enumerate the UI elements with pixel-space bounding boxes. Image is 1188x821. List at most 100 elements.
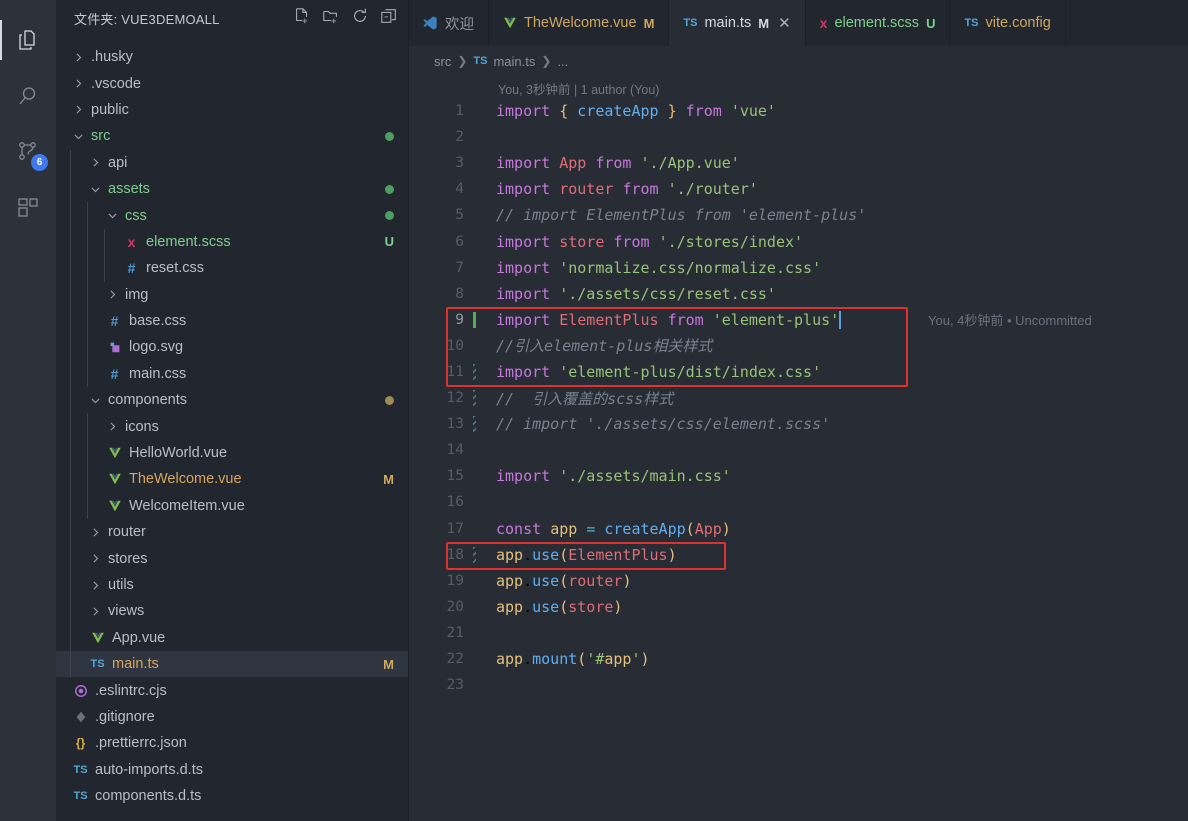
new-file-icon[interactable] [293, 7, 311, 30]
chevron-right-icon[interactable] [87, 552, 104, 565]
code-line[interactable]: 3 import App from './App.vue' [408, 150, 1188, 176]
activity-item-source-control[interactable]: 6 [0, 124, 56, 180]
editor-tab-vite-config[interactable]: TS vite.config [950, 0, 1066, 46]
activity-item-extensions[interactable] [0, 180, 56, 236]
tree-item-stores[interactable]: stores [56, 545, 408, 572]
editor-tab-label: element.scss [834, 15, 920, 31]
code-line[interactable]: 22 app.mount('#app') [408, 646, 1188, 672]
tree-item-reset-css[interactable]: # reset.css [56, 255, 408, 282]
indent-guide [70, 492, 87, 520]
code-line[interactable]: 14 [408, 437, 1188, 463]
editor-tab-bar[interactable]: 欢迎 TheWelcome.vue M TS main.ts M ✕ x element.scs… [408, 0, 1188, 46]
chevron-right-icon[interactable] [87, 579, 104, 592]
chevron-down-icon[interactable] [87, 394, 104, 407]
code-line[interactable]: 19 app.use(router) [408, 568, 1188, 594]
chevron-right-icon[interactable] [104, 288, 121, 301]
editor-tab--[interactable]: 欢迎 [408, 0, 489, 46]
tree-item-auto-imports-d-ts[interactable]: TS auto-imports.d.ts [56, 757, 408, 783]
chevron-down-icon[interactable] [87, 183, 104, 196]
code-line[interactable]: 6 import store from './stores/index' [408, 228, 1188, 254]
code-line[interactable]: 21 [408, 620, 1188, 646]
tree-item-public[interactable]: public [56, 97, 408, 123]
inline-blame: You, 4秒钟前 • Uncommitted [928, 313, 1092, 329]
tree-item-icons[interactable]: icons [56, 413, 408, 440]
code-line[interactable]: 18 app.use(ElementPlus) [408, 542, 1188, 568]
tree-item-helloworld-vue[interactable]: HelloWorld.vue [56, 439, 408, 467]
chevron-down-icon[interactable] [104, 209, 121, 222]
tree-item--eslintrc-cjs[interactable]: .eslintrc.cjs [56, 677, 408, 703]
code-text: import './assets/css/reset.css' [496, 284, 776, 303]
chevron-right-icon[interactable] [70, 103, 87, 116]
tree-item-utils[interactable]: utils [56, 571, 408, 599]
code-line[interactable]: 7 import 'normalize.css/normalize.css' [408, 255, 1188, 281]
chevron-right-icon[interactable] [70, 77, 87, 90]
file-tree[interactable]: .husky .vscode public src api assets css x eleme… [56, 36, 408, 821]
tree-item-welcomeitem-vue[interactable]: WelcomeItem.vue [56, 492, 408, 520]
code-editor[interactable]: You, 3秒钟前 | 1 author (You) 1 import { cre… [408, 76, 1188, 821]
code-line[interactable]: 17 const app = createApp(App) [408, 516, 1188, 542]
collapse-all-icon[interactable] [380, 7, 398, 30]
code-line[interactable]: 12 // 引入覆盖的scss样式 [408, 385, 1188, 411]
breadcrumb-item-file[interactable]: main.ts [493, 54, 535, 69]
chevron-right-icon[interactable] [70, 51, 87, 64]
editor-tab-thewelcome-vue[interactable]: TheWelcome.vue M [489, 0, 670, 46]
code-line[interactable]: 23 [408, 672, 1188, 698]
activity-item-search[interactable] [0, 68, 56, 124]
tree-item--husky[interactable]: .husky [56, 44, 408, 70]
tree-item-components-d-ts[interactable]: TS components.d.ts [56, 783, 408, 809]
editor-tab-element-scss[interactable]: x element.scss U [806, 0, 951, 46]
chevron-right-icon[interactable] [87, 156, 104, 169]
tree-item--vscode[interactable]: .vscode [56, 70, 408, 96]
tree-item-assets[interactable]: assets [56, 175, 408, 203]
code-line[interactable]: 5 // import ElementPlus from 'element-plu… [408, 202, 1188, 228]
activity-item-explorer[interactable] [0, 12, 56, 68]
indent-guide [70, 202, 87, 229]
tree-item-src[interactable]: src [56, 123, 408, 149]
css-icon: # [110, 365, 119, 382]
code-line[interactable]: 1 import { createApp } from 'vue' [408, 98, 1188, 124]
tree-item--gitignore[interactable]: .gitignore [56, 704, 408, 730]
tree-item-label: main.ts [112, 656, 159, 673]
tree-item-img[interactable]: img [56, 281, 408, 308]
tree-item-main-ts[interactable]: TS main.ts M [56, 650, 408, 678]
chevron-right-icon[interactable] [104, 420, 121, 433]
chevron-down-icon[interactable] [70, 130, 87, 143]
tree-item-app-vue[interactable]: App.vue [56, 624, 408, 651]
refresh-icon[interactable] [351, 7, 369, 30]
code-line[interactable]: 9 import ElementPlus from 'element-plus' Y… [408, 307, 1188, 333]
tree-item-views[interactable]: views [56, 598, 408, 625]
vue-icon [104, 446, 125, 460]
indent-guide [70, 571, 87, 599]
tree-item-css[interactable]: css [56, 202, 408, 229]
tree-item-logo-svg[interactable]: logo.svg [56, 334, 408, 361]
tree-item-base-css[interactable]: # base.css [56, 307, 408, 335]
tree-item-api[interactable]: api [56, 149, 408, 176]
code-line[interactable]: 2 [408, 124, 1188, 150]
chevron-right-icon[interactable] [87, 526, 104, 539]
new-folder-icon[interactable] [322, 7, 340, 30]
code-line[interactable]: 11 import 'element-plus/dist/index.css' [408, 359, 1188, 385]
indent-guide [87, 334, 104, 361]
tree-item-label: public [91, 101, 129, 118]
code-line[interactable]: 10 //引入element-plus相关样式 [408, 333, 1188, 359]
code-line[interactable]: 13 // import './assets/css/element.scss' [408, 411, 1188, 437]
tree-item-element-scss[interactable]: x element.scss U [56, 228, 408, 256]
code-line[interactable]: 20 app.use(store) [408, 594, 1188, 620]
editor-tab-main-ts[interactable]: TS main.ts M ✕ [669, 0, 806, 46]
code-line[interactable]: 4 import router from './router' [408, 176, 1188, 202]
tree-item-main-css[interactable]: # main.css [56, 360, 408, 388]
tree-item-components[interactable]: components [56, 387, 408, 414]
breadcrumb-item-src[interactable]: src [434, 54, 451, 69]
code-line[interactable]: 8 import './assets/css/reset.css' [408, 281, 1188, 307]
tree-item--prettierrc-json[interactable]: {} .prettierrc.json [56, 730, 408, 756]
git-icon [70, 710, 91, 724]
code-line[interactable]: 16 [408, 489, 1188, 515]
tree-item-router[interactable]: router [56, 519, 408, 546]
breadcrumb-item-more[interactable]: ... [557, 54, 568, 69]
close-icon[interactable]: ✕ [778, 16, 791, 31]
code-line[interactable]: 15 import './assets/main.css' [408, 463, 1188, 489]
chevron-right-icon[interactable] [87, 605, 104, 618]
tree-item-thewelcome-vue[interactable]: TheWelcome.vue M [56, 466, 408, 493]
